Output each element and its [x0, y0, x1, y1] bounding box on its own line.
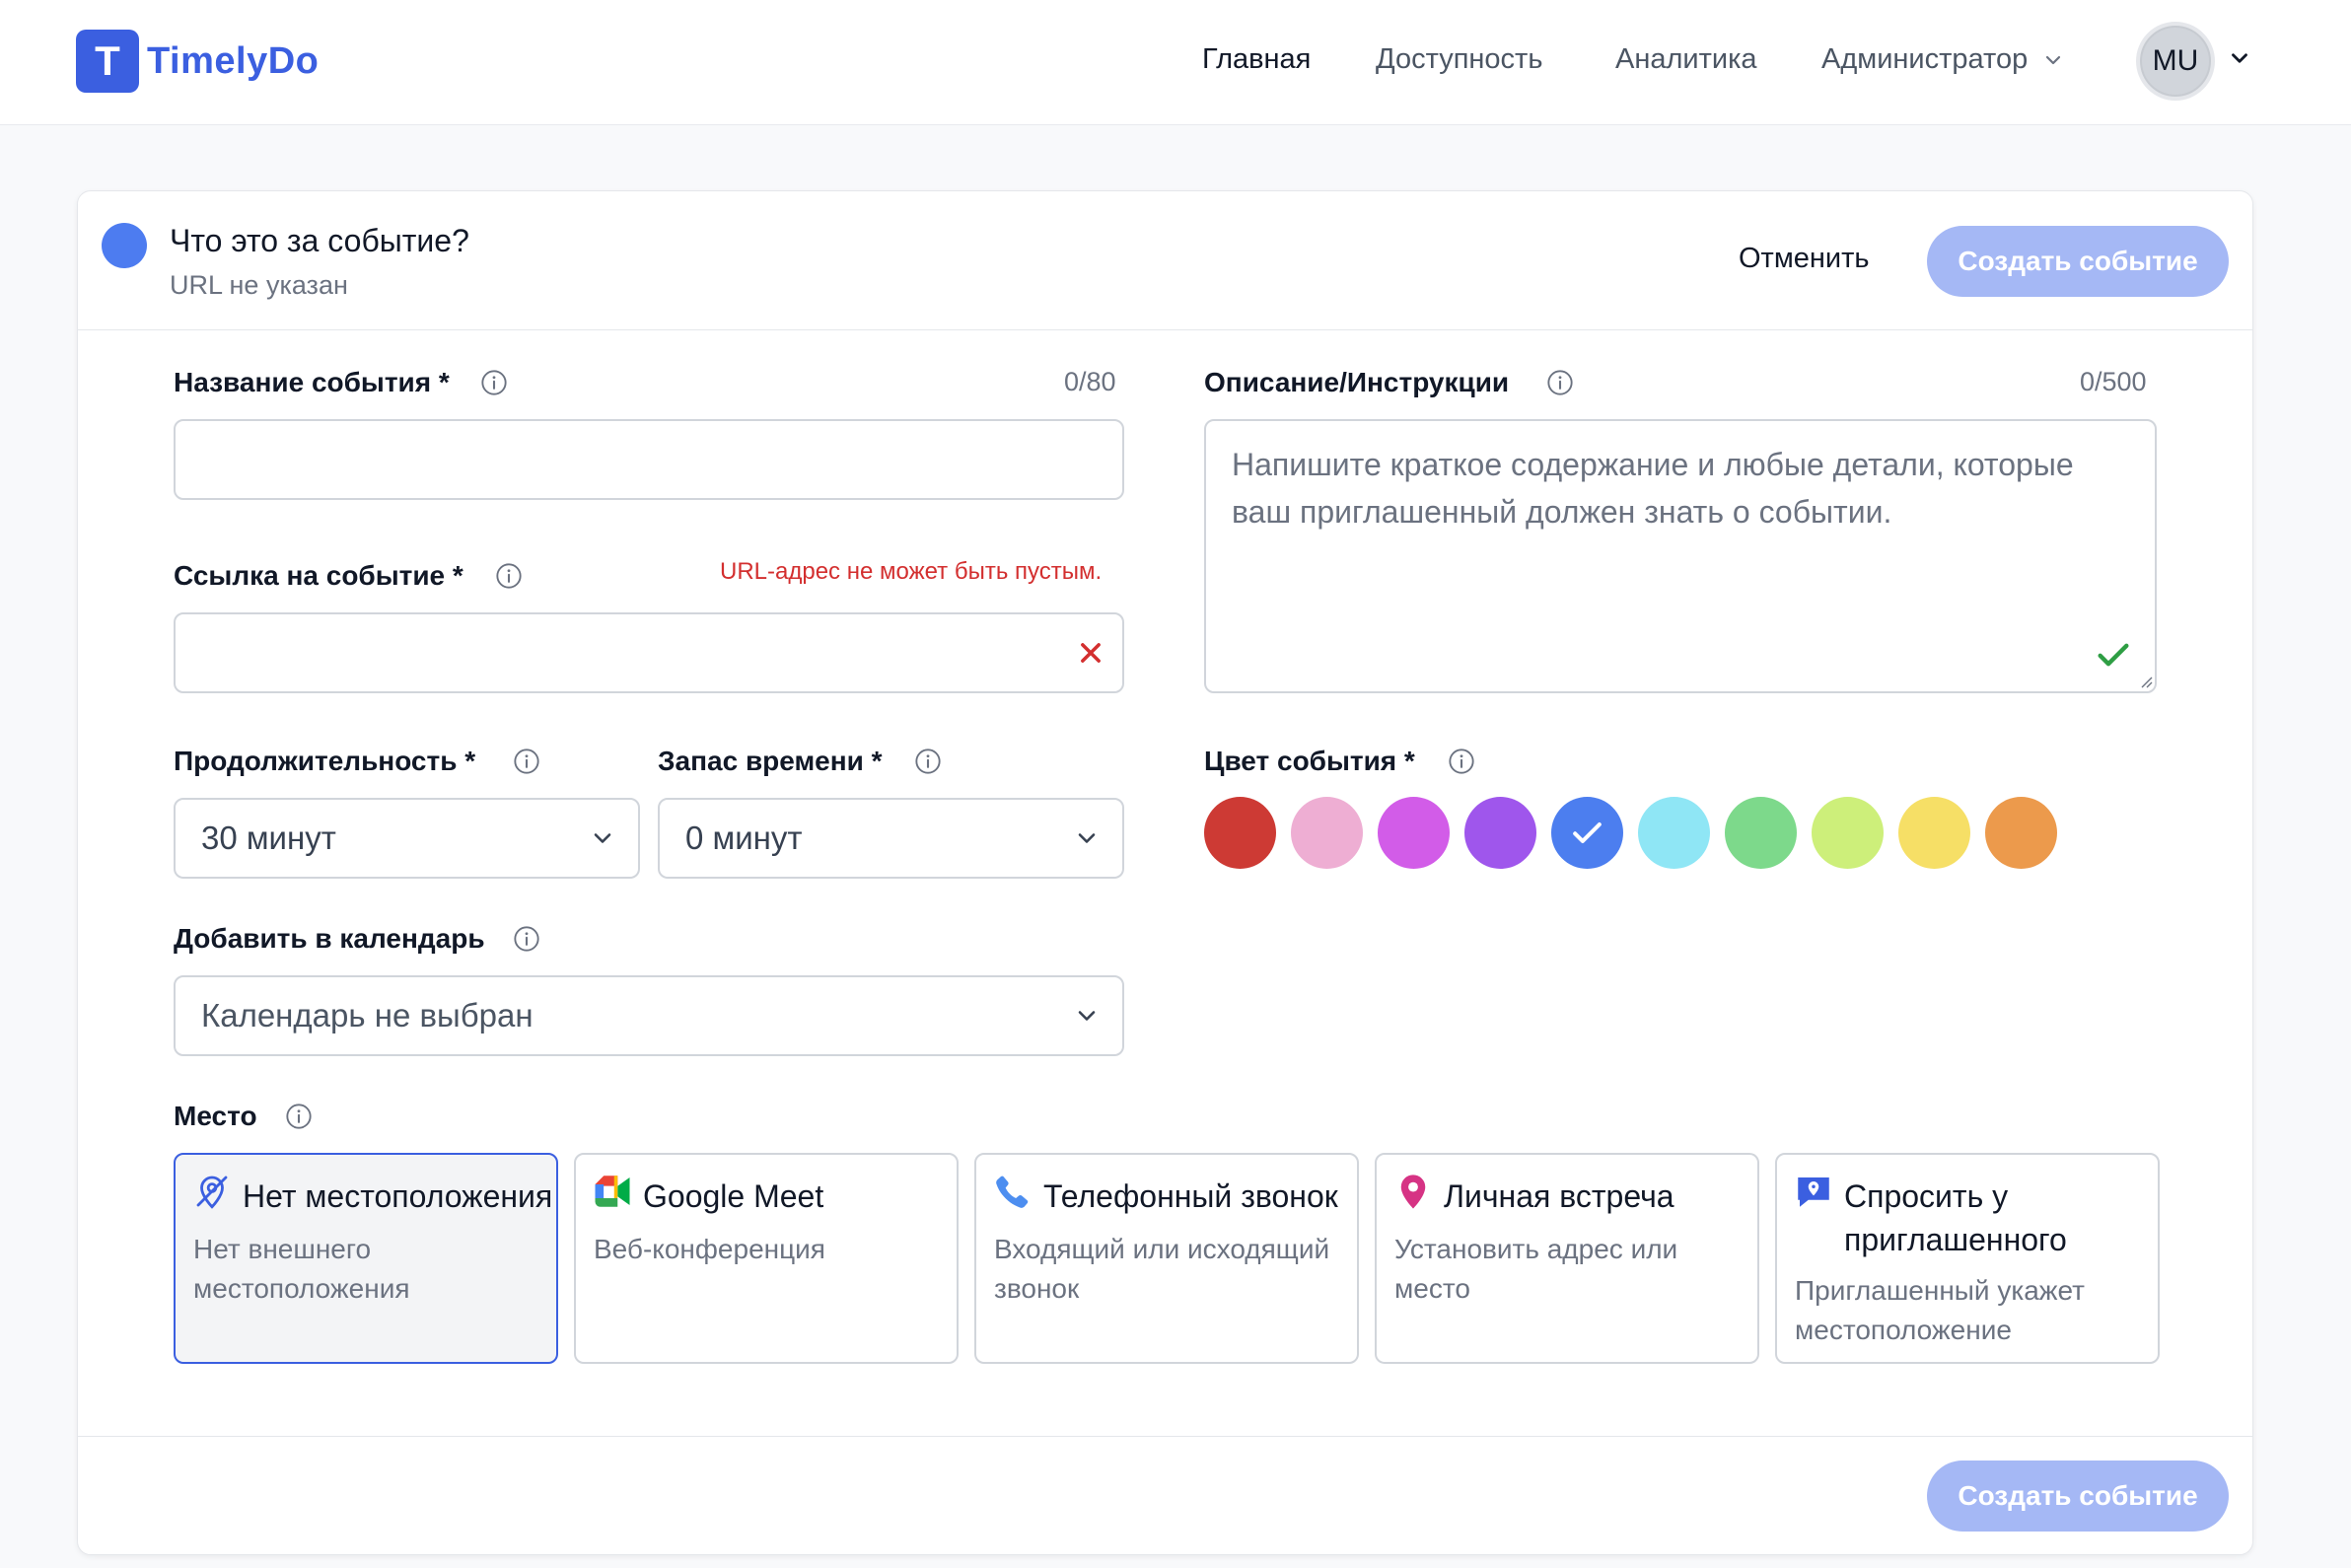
buffer-label: Запас времени *	[658, 746, 883, 776]
color-swatch[interactable]	[1898, 797, 1970, 869]
color-swatch[interactable]	[1638, 797, 1710, 869]
location-option-title: Личная встреча	[1444, 1178, 1674, 1214]
description-counter: 0/500	[2080, 367, 2147, 396]
location-option-title: Нет местоположения	[243, 1178, 553, 1214]
location-option-desc: Установить адрес или место	[1394, 1234, 1678, 1304]
buffer-select[interactable]: 0 минут	[658, 798, 1124, 879]
color-swatch[interactable]	[1985, 797, 2057, 869]
phone-icon	[996, 1176, 1029, 1208]
calendar-label: Добавить в календарь	[174, 923, 485, 954]
event-url-status: URL не указан	[170, 270, 348, 300]
location-option-title: Спросить у приглашенного	[1844, 1178, 2067, 1257]
info-icon[interactable]	[285, 1103, 313, 1130]
location-option-google-meet[interactable]: Google Meet Веб-конференция	[574, 1153, 959, 1364]
color-swatch[interactable]	[1551, 797, 1623, 869]
color-swatch[interactable]	[1204, 797, 1276, 869]
chevron-down-icon	[594, 833, 611, 843]
create-event-button-top[interactable]: Создать событие	[1927, 226, 2229, 297]
location-label: Место	[174, 1101, 257, 1131]
nav-home[interactable]: Главная	[1202, 43, 1311, 76]
location-option-title: Телефонный звонок	[1043, 1178, 1338, 1214]
avatar-menu-chevron-icon[interactable]	[2227, 45, 2252, 71]
nav-admin-label: Администратор	[1821, 43, 2029, 75]
clear-x-icon[interactable]	[1077, 639, 1104, 667]
event-name-counter: 0/80	[1064, 367, 1116, 396]
color-swatch[interactable]	[1378, 797, 1450, 869]
duration-select[interactable]: 30 минут	[174, 798, 640, 879]
description-label: Описание/Инструкции	[1204, 367, 1510, 397]
cancel-button[interactable]: Отменить	[1739, 243, 1870, 275]
event-form-card: Что это за событие? URL не указан Отмени…	[77, 190, 2253, 1555]
color-swatch[interactable]	[1812, 797, 1884, 869]
avatar[interactable]: MU	[2136, 22, 2215, 101]
location-option-phone[interactable]: Телефонный звонок Входящий или исходящий…	[974, 1153, 1359, 1364]
location-option-in-person[interactable]: Личная встреча Установить адрес или мест…	[1375, 1153, 1759, 1364]
location-option-desc: Нет внешнего местоположения	[193, 1234, 410, 1304]
chevron-down-icon	[1078, 1011, 1096, 1021]
nav-admin[interactable]: Администратор	[1821, 43, 2065, 76]
location-option-none[interactable]: Нет местоположения Нет внешнего местопол…	[174, 1153, 558, 1364]
google-meet-icon	[595, 1176, 630, 1207]
nav-availability[interactable]: Доступность	[1376, 43, 1542, 76]
event-link-input[interactable]	[174, 612, 1124, 693]
description-textarea[interactable]: Напишите краткое содержание и любые дета…	[1204, 419, 2157, 693]
logo-text: TimelyDo	[147, 39, 320, 82]
checkmark-icon	[1573, 822, 1602, 843]
location-option-title: Google Meet	[643, 1178, 824, 1214]
map-pin-icon	[1400, 1175, 1426, 1209]
buffer-value: 0 минут	[685, 820, 803, 856]
calendar-value: Календарь не выбран	[201, 997, 534, 1033]
info-icon[interactable]	[513, 748, 540, 775]
info-icon[interactable]	[1546, 369, 1574, 396]
info-icon[interactable]	[513, 925, 540, 953]
event-link-error: URL-адрес не может быть пустым.	[720, 558, 1103, 585]
footer-divider	[78, 1436, 2252, 1437]
checkmark-icon	[2098, 643, 2129, 667]
nav-analytics[interactable]: Аналитика	[1615, 43, 1757, 76]
color-swatch[interactable]	[1291, 797, 1363, 869]
location-option-desc: Входящий или исходящий звонок	[994, 1234, 1330, 1304]
chevron-down-icon	[2046, 56, 2061, 65]
color-swatch[interactable]	[1725, 797, 1797, 869]
top-navigation: T TimelyDo Главная Доступность Аналитика…	[0, 0, 2351, 125]
logo[interactable]: T TimelyDo	[76, 30, 319, 93]
duration-value: 30 минут	[201, 820, 336, 856]
chevron-down-icon	[1078, 833, 1096, 843]
info-icon[interactable]	[1448, 748, 1475, 775]
event-color-label: Цвет события *	[1204, 746, 1415, 776]
calendar-select[interactable]: Календарь не выбран	[174, 975, 1124, 1056]
page-title: Что это за событие?	[170, 223, 469, 258]
info-icon[interactable]	[480, 369, 508, 396]
chat-location-icon	[1798, 1177, 1829, 1207]
event-link-label: Ссылка на событие *	[174, 560, 463, 591]
event-name-input[interactable]	[174, 419, 1124, 500]
duration-label: Продолжительность *	[174, 746, 476, 776]
location-option-desc: Веб-конференция	[594, 1234, 825, 1264]
location-option-desc: Приглашенный укажет местоположение	[1795, 1275, 2085, 1345]
info-icon[interactable]	[914, 748, 942, 775]
location-off-icon	[196, 1176, 228, 1209]
location-option-ask-invitee[interactable]: Спросить у приглашенного Приглашенный ук…	[1775, 1153, 2160, 1364]
resize-grip-icon[interactable]	[2139, 675, 2153, 688]
event-name-label: Название события *	[174, 367, 450, 397]
color-swatch[interactable]	[1464, 797, 1536, 869]
card-header: Что это за событие? URL не указан Отмени…	[78, 191, 2252, 330]
logo-mark: T	[76, 30, 139, 93]
create-event-button-bottom[interactable]: Создать событие	[1927, 1461, 2229, 1532]
info-icon[interactable]	[495, 562, 523, 590]
event-color-dot	[102, 223, 147, 268]
